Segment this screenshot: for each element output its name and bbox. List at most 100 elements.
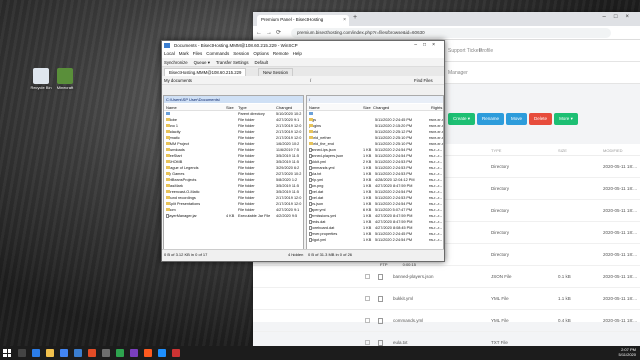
row-checkbox[interactable] bbox=[365, 340, 370, 345]
column-header[interactable]: Size bbox=[363, 105, 371, 110]
menu-item[interactable]: Session bbox=[233, 51, 249, 56]
file-modified: 2020-05-11 18:... bbox=[603, 186, 637, 191]
table-row[interactable]: bukkit.yml YML File 1.1 kB 2020-05-11 18:..… bbox=[253, 288, 640, 310]
column-header[interactable]: Changed bbox=[373, 105, 389, 110]
taskbar-app-icon[interactable] bbox=[60, 349, 68, 357]
start-button[interactable] bbox=[3, 349, 11, 357]
new-tab-icon[interactable]: + bbox=[353, 14, 357, 21]
file-size: 1 KB bbox=[363, 148, 372, 152]
browser-tab[interactable]: Premium Panel - BisectHosting × bbox=[257, 15, 349, 26]
file-rights: rw-r--r-- bbox=[429, 184, 442, 188]
file-name: scoreboard.dat bbox=[309, 226, 335, 230]
support-tickets-link[interactable]: Support Tickets bbox=[448, 48, 482, 54]
row-checkbox[interactable] bbox=[365, 274, 370, 279]
menu-item[interactable]: Files bbox=[193, 51, 203, 56]
modified-header[interactable]: MODIFIED bbox=[603, 148, 623, 153]
desktop-icon-minecraft[interactable]: Minecraft bbox=[52, 68, 78, 90]
toolbar-item[interactable]: Transfer Settings bbox=[216, 60, 249, 65]
left-drive-select[interactable]: My documents bbox=[164, 78, 192, 83]
taskbar-app-icon[interactable] bbox=[18, 349, 26, 357]
new-session-tab[interactable]: New Session bbox=[258, 68, 294, 76]
desktop-icon-recycle-bin[interactable]: Recycle Bin bbox=[28, 68, 54, 90]
column-header[interactable]: Type bbox=[238, 105, 247, 110]
list-item[interactable]: spigot.yml 1 KB 5/11/2020 2:24:54 PM rw-r--… bbox=[307, 238, 443, 244]
taskbar-app-icon[interactable] bbox=[32, 349, 40, 357]
window-controls[interactable]: –□× bbox=[603, 14, 637, 20]
column-header[interactable]: Rights bbox=[431, 105, 442, 110]
local-status: 0 B of 3.12 KB in 0 of 17 bbox=[164, 252, 208, 257]
file-size: 1 KB bbox=[363, 166, 372, 170]
file-name[interactable]: commands.yml bbox=[393, 318, 423, 323]
file-rights: rw-r--r-- bbox=[429, 220, 442, 224]
taskbar-app-icon[interactable] bbox=[172, 349, 180, 357]
url-field[interactable]: premium.bisecthosting.com/index.php?r=fi… bbox=[291, 28, 611, 38]
column-header[interactable]: Size bbox=[226, 105, 234, 110]
remote-pane: / Name SizeChanged Rights .. logs 5/11/2020 … bbox=[306, 95, 444, 251]
menu-item[interactable]: Mark bbox=[179, 51, 189, 56]
taskbar-app-icon[interactable] bbox=[158, 349, 166, 357]
type-header[interactable]: TYPE bbox=[491, 148, 501, 153]
taskbar-app-icon[interactable] bbox=[74, 349, 82, 357]
file-name: banned-ips.json bbox=[309, 148, 336, 152]
toolbar-button-3[interactable]: Delete bbox=[529, 113, 553, 125]
row-checkbox[interactable] bbox=[365, 318, 370, 323]
taskbar-app-icon[interactable] bbox=[144, 349, 152, 357]
menu-item[interactable]: Help bbox=[293, 51, 302, 56]
file-size: 1 KB bbox=[363, 226, 372, 230]
toolbar-button-1[interactable]: Rename bbox=[477, 113, 505, 125]
file-name[interactable]: banned-players.json bbox=[393, 274, 434, 279]
file-type: File folder bbox=[238, 166, 255, 170]
column-header[interactable]: Name bbox=[309, 105, 320, 110]
file-rights: rw-r--r-- bbox=[429, 178, 442, 182]
file-changed: 3/5/2019 11:5 bbox=[276, 154, 299, 158]
toolbar-button-0[interactable]: Create ▾ bbox=[448, 113, 476, 125]
file-name[interactable]: bukkit.yml bbox=[393, 296, 413, 301]
menu-item[interactable]: Remote bbox=[273, 51, 289, 56]
file-size: 1 KB bbox=[363, 190, 372, 194]
toolbar-item[interactable]: Default bbox=[254, 60, 268, 65]
file-changed: 5/11/2020 2:24:45 PM bbox=[375, 232, 413, 236]
menu-item[interactable]: Options bbox=[253, 51, 269, 56]
menu-item[interactable]: Commands bbox=[206, 51, 229, 56]
winscp-toolbar: Synchronize Queue ▾ Transfer Settings Defau… bbox=[162, 58, 444, 67]
file-type: File folder bbox=[238, 154, 255, 158]
profile-link[interactable]: Profile bbox=[479, 48, 493, 54]
taskbar-app-icon[interactable] bbox=[116, 349, 124, 357]
file-name[interactable]: eula.txt bbox=[393, 340, 408, 345]
winscp-title: Documents - BisectHosting.MMM@108.60.215… bbox=[174, 43, 298, 48]
remote-path[interactable]: / bbox=[307, 96, 443, 103]
size-header[interactable]: SIZE bbox=[558, 148, 567, 153]
right-drive-select[interactable]: / bbox=[310, 78, 311, 83]
file-changed: 2/17/2019 12:0 bbox=[276, 202, 302, 206]
parent-dir-icon bbox=[166, 112, 170, 115]
file-name: plugins bbox=[309, 124, 322, 128]
file-rights: rwxr-xr-x bbox=[429, 130, 444, 134]
table-row[interactable]: banned-players.json JSON File 0.1 kB 2020-0… bbox=[253, 266, 640, 288]
column-header[interactable]: Name bbox=[166, 105, 177, 110]
session-tab[interactable]: BisectHosting.MMM@108.60.215.229 bbox=[164, 68, 247, 76]
nav-buttons[interactable]: ←→⟳ bbox=[256, 29, 285, 36]
file-name: level.dat bbox=[309, 190, 324, 194]
system-clock[interactable]: 2:07 PM 5/11/2020 bbox=[619, 347, 637, 357]
toolbar-item[interactable]: Synchronize bbox=[164, 60, 188, 65]
toolbar-button-2[interactable]: Move bbox=[506, 113, 528, 125]
file-type: File folder bbox=[238, 202, 255, 206]
remote-file-list: .. logs 5/11/2020 2:24:45 PM rwxr-xr-x plugi… bbox=[307, 112, 443, 244]
table-row[interactable]: commands.yml YML File 0.4 kB 2020-05-11 18:… bbox=[253, 310, 640, 332]
file-changed: 4/27/2020 9:1 bbox=[276, 208, 300, 212]
winscp-window-controls[interactable]: –□× bbox=[414, 42, 441, 48]
taskbar-app-icon[interactable] bbox=[130, 349, 138, 357]
row-checkbox[interactable] bbox=[365, 296, 370, 301]
toolbar-item[interactable]: Queue ▾ bbox=[194, 60, 210, 65]
list-item[interactable]: PlayerManager.jar 4 KB Executable Jar File… bbox=[164, 214, 303, 220]
taskbar-app-icon[interactable] bbox=[46, 349, 54, 357]
close-tab-icon[interactable]: × bbox=[343, 17, 346, 23]
find-files-button[interactable]: Find Files bbox=[414, 78, 433, 83]
file-type: File folder bbox=[238, 184, 255, 188]
column-header[interactable]: Changed bbox=[276, 105, 292, 110]
local-path[interactable]: C:\Users\SP User\Documents\ bbox=[164, 96, 303, 103]
taskbar-app-icon[interactable] bbox=[102, 349, 110, 357]
toolbar-button-4[interactable]: More ▾ bbox=[554, 113, 578, 125]
taskbar-app-icon[interactable] bbox=[88, 349, 96, 357]
menu-item[interactable]: Local bbox=[164, 51, 175, 56]
